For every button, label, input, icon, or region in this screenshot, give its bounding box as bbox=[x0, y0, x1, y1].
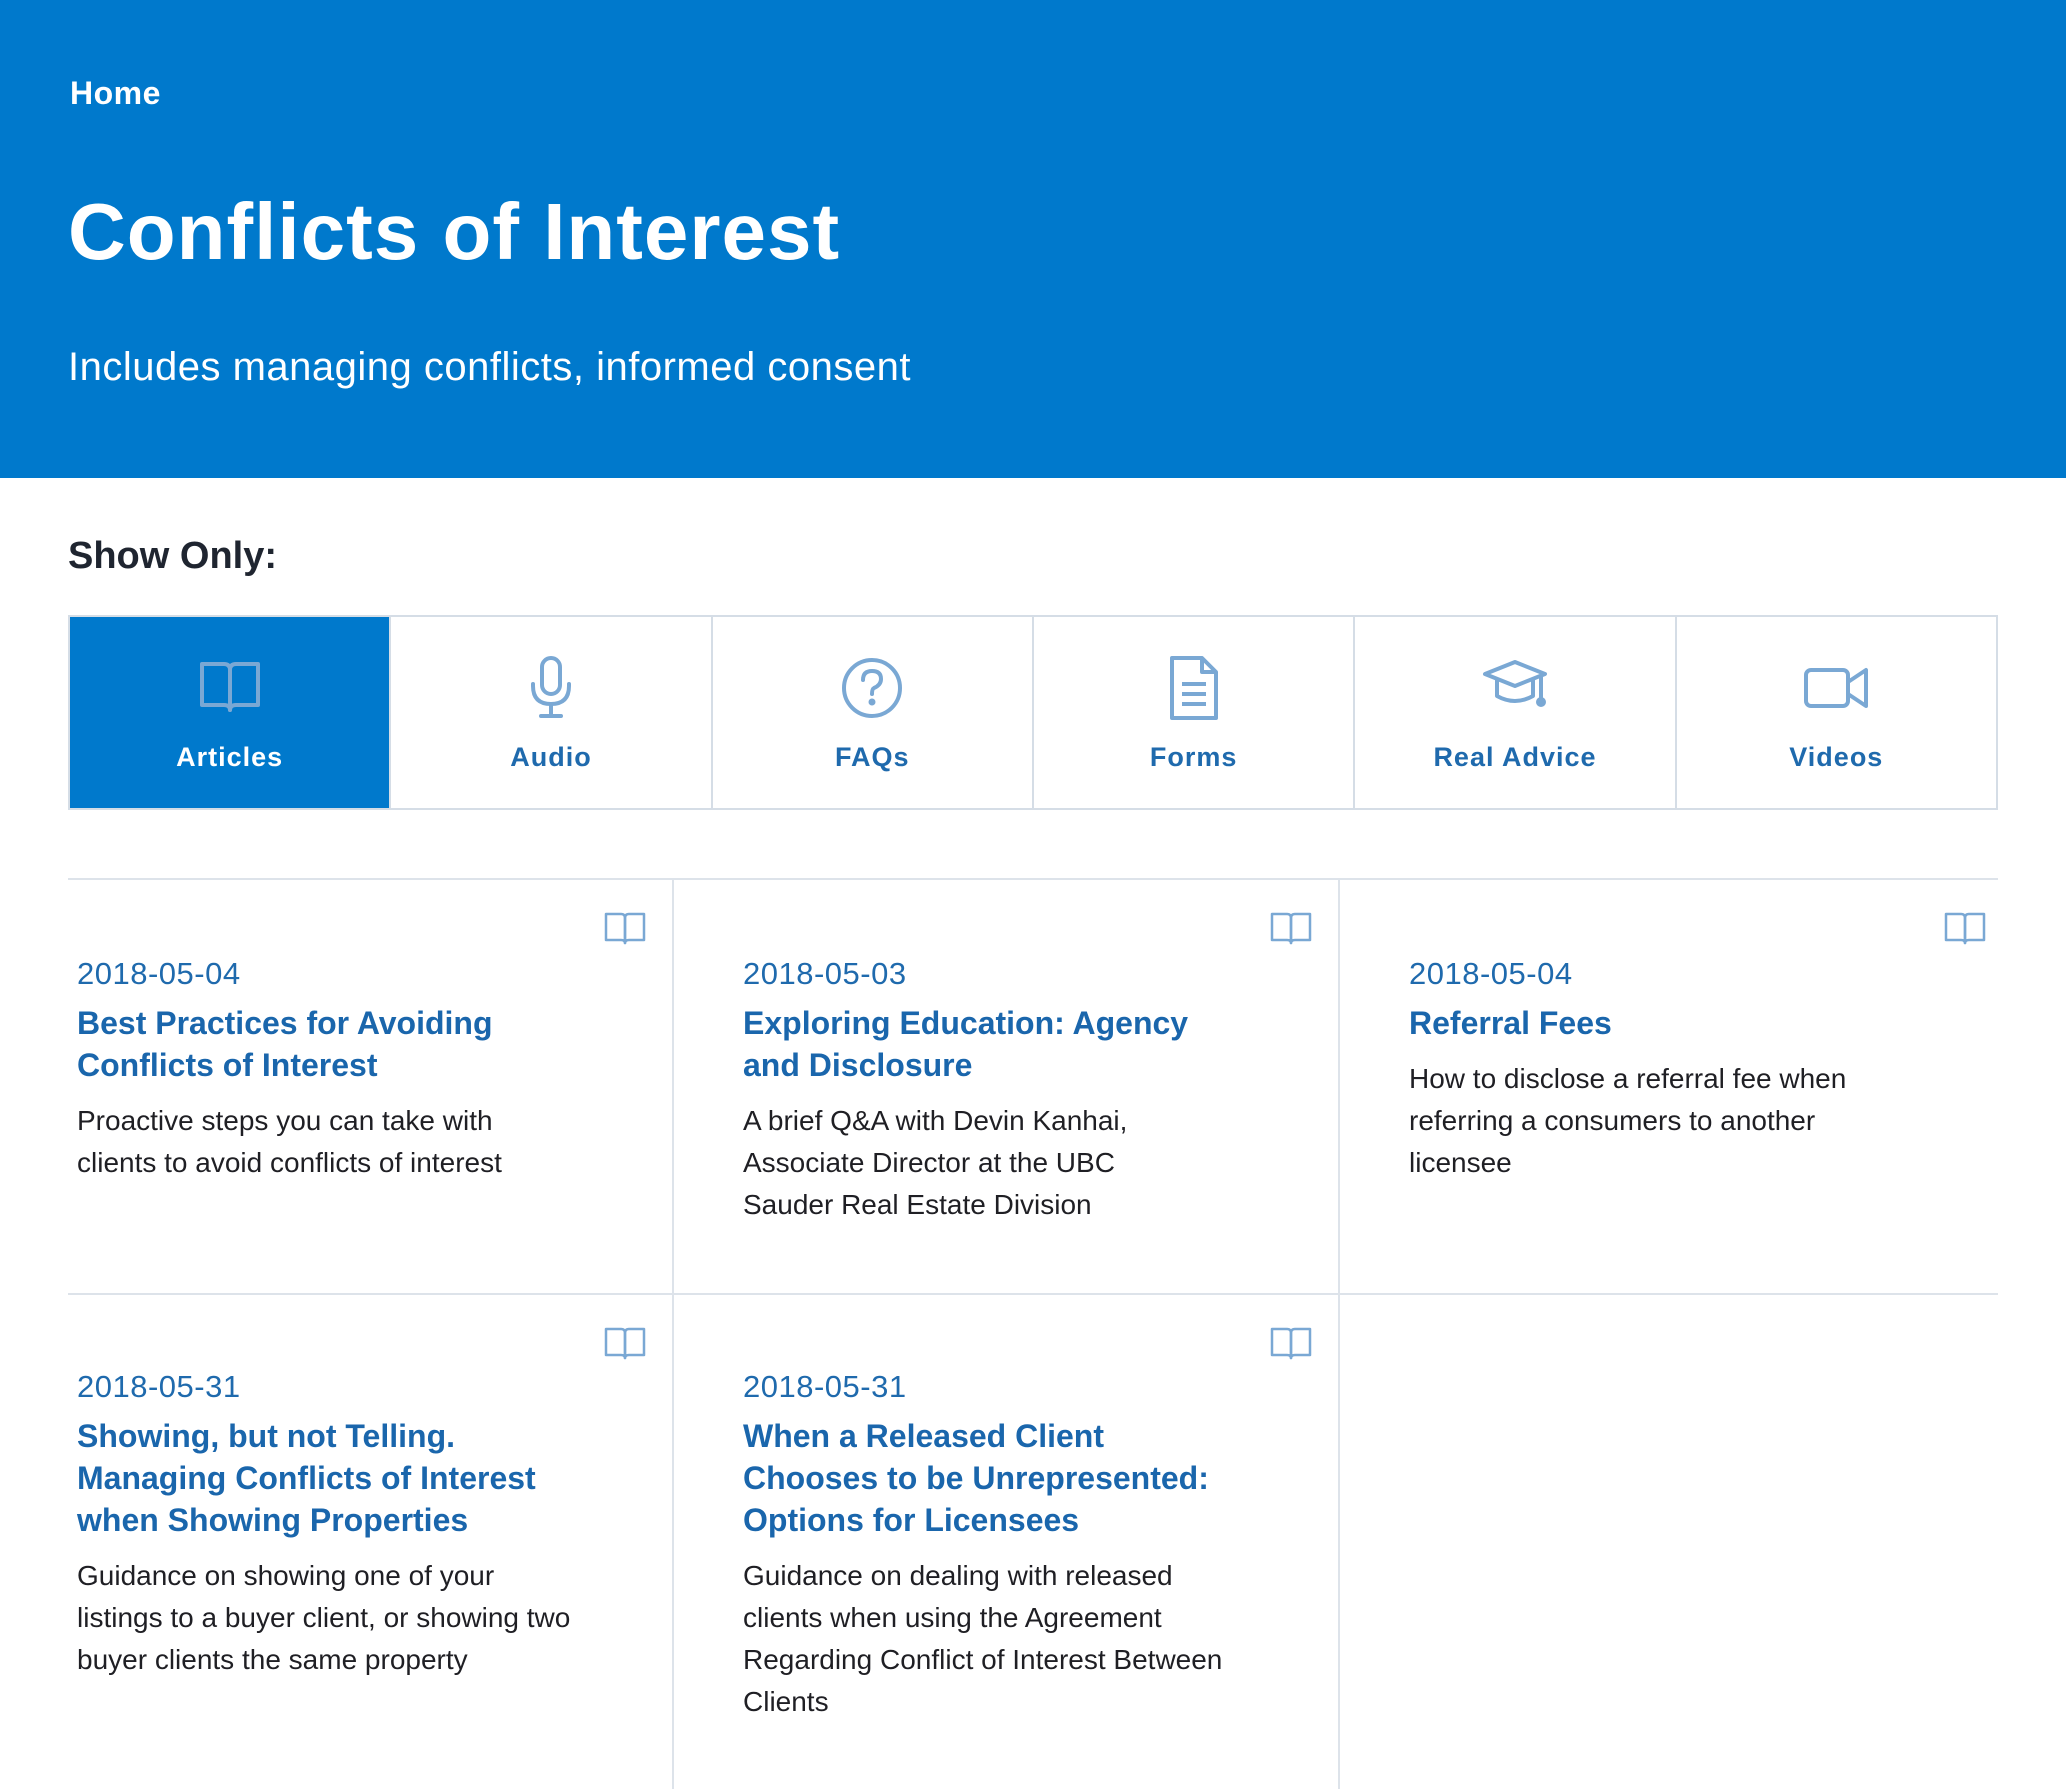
book-icon bbox=[1270, 1327, 1312, 1360]
article-card[interactable]: 2018-05-03 Exploring Education: Agency a… bbox=[734, 880, 1338, 1293]
video-camera-icon bbox=[1802, 654, 1870, 722]
article-description: Proactive steps you can take with client… bbox=[77, 1105, 502, 1178]
article-description: Guidance on showing one of your listings… bbox=[77, 1560, 571, 1675]
book-icon bbox=[1944, 912, 1986, 945]
page-header: Home Conflicts of Interest Includes mana… bbox=[0, 0, 2066, 478]
book-icon bbox=[604, 912, 646, 945]
article-description: Guidance on dealing with released client… bbox=[743, 1560, 1223, 1717]
document-icon bbox=[1160, 654, 1228, 722]
article-description: A brief Q&A with Devin Kanhai, Associate… bbox=[743, 1105, 1128, 1220]
filter-articles-button[interactable]: Articles bbox=[70, 617, 392, 808]
article-date: 2018-05-31 bbox=[77, 1369, 241, 1404]
article-title-link[interactable]: Showing, but not Telling. Managing Confl… bbox=[77, 1415, 587, 1541]
page-subtitle: Includes managing conflicts, informed co… bbox=[68, 345, 911, 389]
graduation-cap-icon bbox=[1481, 654, 1549, 722]
book-icon bbox=[1270, 912, 1312, 945]
article-title-link[interactable]: Best Practices for Avoiding Conflicts of… bbox=[77, 1002, 517, 1086]
filter-videos-button[interactable]: Videos bbox=[1676, 617, 1996, 808]
article-card[interactable]: 2018-05-04 Referral Fees How to disclose… bbox=[1400, 880, 1998, 1293]
article-description: How to disclose a referral fee when refe… bbox=[1409, 1063, 1847, 1178]
filter-audio-button[interactable]: Audio bbox=[391, 617, 713, 808]
article-date: 2018-05-31 bbox=[743, 1369, 907, 1404]
article-title-link[interactable]: When a Released Client Chooses to be Unr… bbox=[743, 1415, 1233, 1541]
microphone-icon bbox=[517, 654, 585, 722]
book-icon bbox=[604, 1327, 646, 1360]
article-date: 2018-05-04 bbox=[77, 956, 241, 991]
article-title-link[interactable]: Referral Fees bbox=[1409, 1002, 1929, 1044]
page-title: Conflicts of Interest bbox=[68, 187, 841, 276]
question-icon bbox=[838, 654, 906, 722]
article-card[interactable]: 2018-05-31 When a Released Client Choose… bbox=[734, 1295, 1338, 1789]
filter-videos-label: Videos bbox=[1789, 742, 1884, 772]
grid-divider bbox=[672, 878, 674, 1789]
article-date: 2018-05-03 bbox=[743, 956, 907, 991]
article-card[interactable]: 2018-05-31 Showing, but not Telling. Man… bbox=[68, 1295, 672, 1789]
book-icon bbox=[196, 654, 264, 722]
filter-faqs-label: FAQs bbox=[835, 742, 910, 772]
filter-articles-label: Articles bbox=[176, 742, 284, 772]
grid-divider bbox=[1338, 878, 1340, 1789]
filter-heading: Show Only: bbox=[68, 535, 277, 577]
article-title-link[interactable]: Exploring Education: Agency and Disclosu… bbox=[743, 1002, 1213, 1086]
filter-faqs-button[interactable]: FAQs bbox=[712, 617, 1034, 808]
filter-real-advice-button[interactable]: Real Advice bbox=[1355, 617, 1677, 808]
filter-forms-button[interactable]: Forms bbox=[1033, 617, 1356, 808]
filter-real-advice-label: Real Advice bbox=[1433, 742, 1597, 772]
filter-audio-label: Audio bbox=[510, 742, 592, 772]
article-date: 2018-05-04 bbox=[1409, 956, 1573, 991]
article-card[interactable]: 2018-05-04 Best Practices for Avoiding C… bbox=[68, 880, 672, 1293]
filter-forms-label: Forms bbox=[1149, 742, 1238, 772]
filter-tabs: Articles Audio FAQs Forms Real Advice Vi… bbox=[68, 615, 1998, 810]
breadcrumb-home-link[interactable]: Home bbox=[70, 75, 161, 112]
